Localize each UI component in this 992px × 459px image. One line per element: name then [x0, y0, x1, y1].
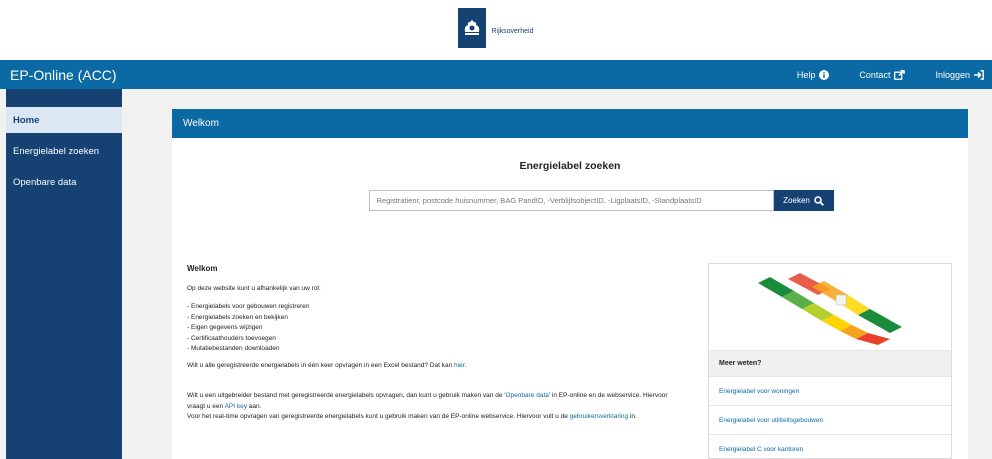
list-item: Mutatiebestanden downloaden	[187, 344, 687, 355]
help-link[interactable]: Help	[796, 69, 830, 80]
search-input[interactable]	[368, 190, 774, 211]
role-list: Energielabels voor gebouwen registreren …	[187, 302, 687, 355]
login-label: Inloggen	[935, 69, 970, 80]
sidebar-item-openbare-data[interactable]: Openbare data	[6, 169, 122, 195]
webservice-paragraph: Voor het real-time opvragen van geregist…	[187, 413, 637, 420]
welcome-lead: Op deze website kunt u afhankelijk van u…	[187, 284, 321, 292]
login-link[interactable]: Inloggen	[935, 70, 984, 80]
energielabel-illustration-icon	[709, 264, 951, 350]
rijksoverheid-lion-icon	[458, 8, 487, 48]
link-energielabel-c-kantoren[interactable]: Energielabel C voor kantoren	[709, 435, 951, 459]
welcome-text: Welkom Op deze website kunt u afhankelij…	[187, 264, 687, 429]
search-button-label: Zoeken	[783, 196, 810, 205]
rijksoverheid-logo[interactable]: Rijksoverheid	[458, 8, 534, 48]
list-item: Eigen gegevens wijzigen	[187, 323, 687, 334]
app-title[interactable]: EP-Online (ACC)	[10, 67, 117, 83]
top-nav: Help Contact Inloggen	[767, 69, 984, 80]
openbare-data-link[interactable]: Openbare data	[506, 392, 549, 399]
government-name: Rijksoverheid	[491, 27, 534, 35]
body-area: Home Energielabel zoeken Openbare data W…	[0, 89, 992, 459]
list-item: Energielabels zoeken en bekijken	[187, 313, 687, 324]
help-label: Help	[796, 69, 816, 80]
sidebar-item-energielabel-zoeken[interactable]: Energielabel zoeken	[6, 138, 122, 164]
main-content: Welkom Energielabel zoeken Zoeken Welkom…	[172, 109, 968, 459]
link-energielabel-utiliteitsgebouwen[interactable]: Energielabel voor utiliteitsgebouwen	[709, 406, 951, 435]
sidebar: Home Energielabel zoeken Openbare data	[6, 89, 122, 459]
more-info-panel: Meer weten? Energielabel voor woningen E…	[708, 263, 952, 459]
open-data-paragraph: Wilt u een uitgebreider bestand met gere…	[187, 392, 668, 410]
page: Rijksoverheid EP-Online (ACC) Help Conta…	[0, 0, 992, 459]
link-energielabel-woningen[interactable]: Energielabel voor woningen	[709, 377, 951, 406]
sign-in-icon	[974, 69, 984, 80]
excel-link[interactable]: hier	[454, 362, 464, 369]
gebruikersverklaring-link[interactable]: gebruikersverklaring	[570, 413, 629, 420]
api-key-link[interactable]: API key	[225, 403, 247, 410]
search-button[interactable]: Zoeken	[773, 190, 834, 211]
list-item: Certificaathouders toevoegen	[187, 334, 687, 345]
contact-link[interactable]: Contact	[859, 69, 906, 80]
search-icon	[814, 195, 824, 206]
external-link-icon	[894, 69, 906, 80]
government-header: Rijksoverheid	[0, 0, 992, 60]
search-form: Zoeken	[172, 190, 968, 211]
excel-paragraph: Wilt u alle geregistreerde energielabels…	[187, 361, 467, 369]
more-info-title: Meer weten?	[709, 350, 951, 377]
welcome-heading: Welkom	[187, 264, 218, 273]
list-item: Energielabels voor gebouwen registreren	[187, 302, 687, 313]
content-header: Welkom	[172, 109, 968, 138]
sidebar-item-home[interactable]: Home	[6, 107, 122, 133]
search-title: Energielabel zoeken	[519, 160, 621, 172]
info-circle-icon	[819, 69, 830, 80]
top-navigation-bar: EP-Online (ACC) Help Contact Inloggen	[0, 60, 992, 89]
contact-label: Contact	[859, 69, 891, 80]
